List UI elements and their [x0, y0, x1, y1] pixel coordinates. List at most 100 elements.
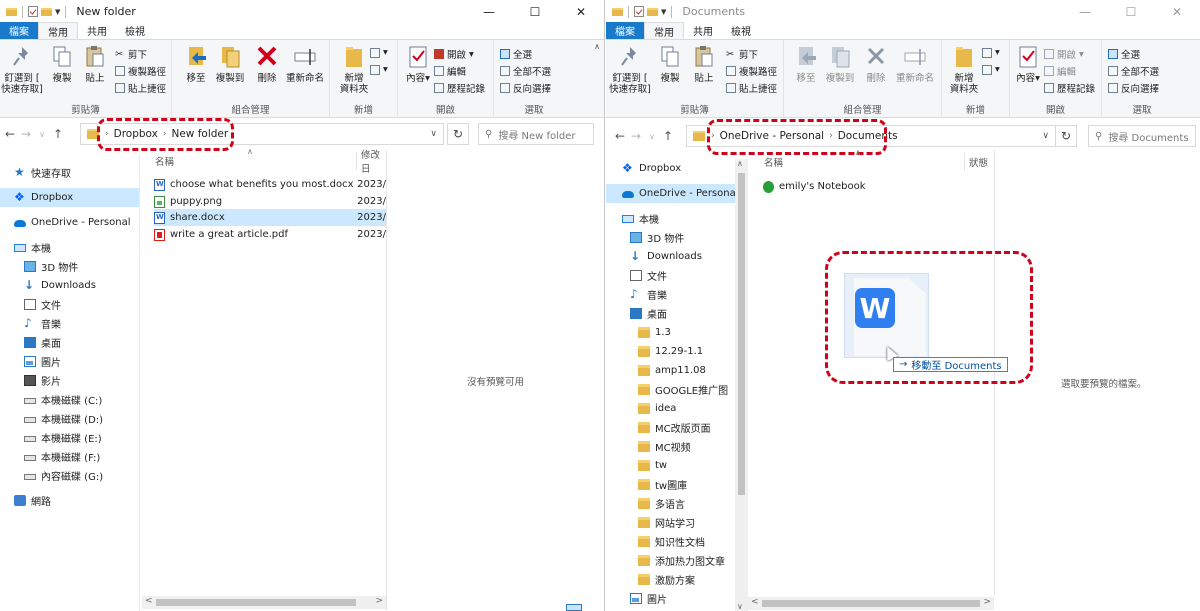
nav-folder[interactable]: tw圖庫 [606, 475, 736, 494]
nav-item-network[interactable]: 網路 [0, 491, 140, 510]
back-arrow-icon[interactable]: ← [2, 127, 18, 141]
address-dropdown-icon[interactable]: ∨ [430, 129, 437, 139]
select-none-button[interactable]: 全部不選 [500, 64, 551, 78]
refresh-button[interactable]: ↻ [1055, 125, 1077, 147]
column-header-status[interactable]: 狀態 [964, 153, 994, 171]
nav-item-drive-g[interactable]: 內容磁碟 (G:) [0, 466, 140, 485]
nav-item-drive-e[interactable]: 本機磁碟 (E:) [0, 428, 140, 447]
customize-dropdown-icon[interactable]: ▼ [661, 8, 666, 16]
properties-button[interactable]: 內容▾ [1008, 44, 1048, 84]
file-row[interactable]: write a great article.pdf 2023/ [154, 226, 386, 243]
collapse-ribbon-icon[interactable]: ∧ [594, 42, 600, 51]
nav-item-videos[interactable]: 影片 [0, 371, 140, 390]
refresh-button[interactable]: ↻ [447, 123, 469, 145]
address-dropdown-icon[interactable]: ∨ [1042, 131, 1049, 141]
nav-item-desktop[interactable]: 桌面 [0, 333, 140, 352]
rename-button[interactable]: 重新命名 [282, 44, 328, 84]
tab-home[interactable]: 常用 [644, 22, 684, 39]
nav-folder[interactable]: 12.29-1.1 [606, 342, 736, 361]
tab-home[interactable]: 常用 [38, 22, 78, 39]
select-none-button[interactable]: 全部不選 [1108, 64, 1159, 78]
nav-item-documents[interactable]: 文件 [606, 266, 736, 285]
new-item-button[interactable]: ▾ [982, 47, 1000, 58]
copy-to-button[interactable]: 複製到 [820, 44, 860, 84]
column-header-name[interactable]: 名稱 [764, 153, 964, 171]
up-arrow-icon[interactable]: ↑ [660, 129, 676, 143]
nav-item-pictures[interactable]: 圖片 [606, 589, 736, 608]
nav-folder[interactable]: amp11.08 [606, 361, 736, 380]
nav-item-music[interactable]: ♪ 音樂 [0, 314, 140, 333]
nav-item-onedrive[interactable]: OneDrive - Personal [606, 184, 736, 203]
close-button[interactable]: ✕ [558, 0, 604, 23]
open-button[interactable]: 開啟 ▾ [1044, 47, 1084, 61]
nav-item-drive-c[interactable]: 本機磁碟 (C:) [0, 390, 140, 409]
new-folder-icon[interactable] [41, 7, 52, 16]
tab-view[interactable]: 檢視 [722, 22, 760, 39]
file-row[interactable]: choose what benefits you most.docx2023/ [154, 176, 386, 193]
nav-folder[interactable]: 知识性文档 [606, 532, 736, 551]
nav-item-downloads[interactable]: ↓ Downloads [0, 276, 140, 295]
nav-item-3d[interactable]: 3D 物件 [0, 257, 140, 276]
select-all-button[interactable]: 全選 [500, 47, 532, 61]
search-input[interactable]: ⚲ 搜尋 New folder [478, 123, 594, 145]
invert-selection-button[interactable]: 反向選擇 [1108, 81, 1159, 95]
close-button[interactable]: ✕ [1154, 0, 1200, 23]
nav-folder[interactable]: MC改版页面 [606, 418, 736, 437]
nav-folder[interactable]: MC视频 [606, 437, 736, 456]
horizontal-scrollbar[interactable]: < > [748, 597, 994, 610]
nav-item-desktop[interactable]: 桌面 [606, 304, 736, 323]
cut-button[interactable]: ✂ 剪下 [726, 47, 758, 61]
nav-item-drive-d[interactable]: 本機磁碟 (D:) [0, 409, 140, 428]
maximize-button[interactable]: ☐ [512, 0, 558, 23]
forward-arrow-icon[interactable]: → [628, 129, 644, 143]
delete-button[interactable]: 刪除 [247, 44, 287, 84]
easy-access-button[interactable]: ▾ [370, 64, 388, 75]
new-folder-button[interactable]: 新增 資料夾 [334, 44, 374, 95]
properties-icon[interactable] [28, 6, 38, 17]
new-folder-button[interactable]: 新增 資料夾 [944, 44, 984, 95]
customize-dropdown-icon[interactable]: ▼ [55, 8, 60, 16]
nav-item-onedrive[interactable]: OneDrive - Personal [0, 213, 140, 232]
nav-folder[interactable]: 1.3 [606, 323, 736, 342]
copy-to-button[interactable]: 複製到 [210, 44, 250, 84]
nav-item-music[interactable]: ♪ 音樂 [606, 285, 736, 304]
file-row[interactable]: share.docx2023/ [154, 209, 386, 226]
tab-file[interactable]: 檔案 [606, 22, 644, 39]
search-input[interactable]: ⚲ 搜尋 Documents [1088, 125, 1196, 147]
forward-arrow-icon[interactable]: → [18, 127, 34, 141]
tab-view[interactable]: 檢視 [116, 22, 154, 39]
file-row[interactable]: emily's Notebook [763, 178, 993, 195]
vertical-scrollbar[interactable]: ∧ ∨ [735, 159, 748, 611]
nav-folder[interactable]: 添加热力图文章 [606, 551, 736, 570]
nav-item-this-pc[interactable]: 本機 [606, 209, 736, 228]
recent-dropdown-icon[interactable]: ∨ [644, 132, 660, 141]
nav-item-this-pc[interactable]: 本機 [0, 238, 140, 257]
maximize-button[interactable]: ☐ [1108, 0, 1154, 23]
column-header-name[interactable]: 名稱 [155, 152, 355, 170]
minimize-button[interactable]: — [1062, 0, 1108, 23]
nav-folder[interactable]: 多语言 [606, 494, 736, 513]
tab-share[interactable]: 共用 [684, 22, 722, 39]
properties-button[interactable]: 內容▾ [398, 44, 438, 84]
open-button[interactable]: 開啟 ▾ [434, 47, 474, 61]
paste-button[interactable]: 貼上 [75, 44, 115, 84]
new-item-button[interactable]: ▾ [370, 47, 388, 58]
rename-button[interactable]: 重新命名 [890, 44, 940, 84]
nav-item-downloads[interactable]: ↓ Downloads [606, 247, 736, 266]
cut-button[interactable]: ✂ 剪下 [115, 47, 147, 61]
paste-shortcut-button[interactable]: 貼上捷徑 [726, 81, 777, 95]
history-button[interactable]: 歷程記錄 [1044, 81, 1095, 95]
copy-path-button[interactable]: 複製路徑 [726, 64, 777, 78]
properties-icon[interactable] [634, 6, 644, 17]
view-toggle-icon[interactable] [566, 604, 582, 611]
nav-item-quick-access[interactable]: ★ 快速存取 [0, 163, 140, 182]
nav-folder[interactable]: GOOGLE推广图 [606, 380, 736, 399]
nav-item-dropbox[interactable]: ❖ Dropbox [606, 159, 736, 178]
new-folder-icon[interactable] [647, 7, 658, 16]
paste-shortcut-button[interactable]: 貼上捷徑 [115, 81, 166, 95]
recent-dropdown-icon[interactable]: ∨ [34, 130, 50, 139]
pin-quick-access-button[interactable]: 釘選到 [ 快速存取] [1, 44, 43, 95]
nav-item-drive-f[interactable]: 本機磁碟 (F:) [0, 447, 140, 466]
nav-item-pictures[interactable]: 圖片 [0, 352, 140, 371]
pin-quick-access-button[interactable]: 釘選到 [ 快速存取] [609, 44, 651, 95]
